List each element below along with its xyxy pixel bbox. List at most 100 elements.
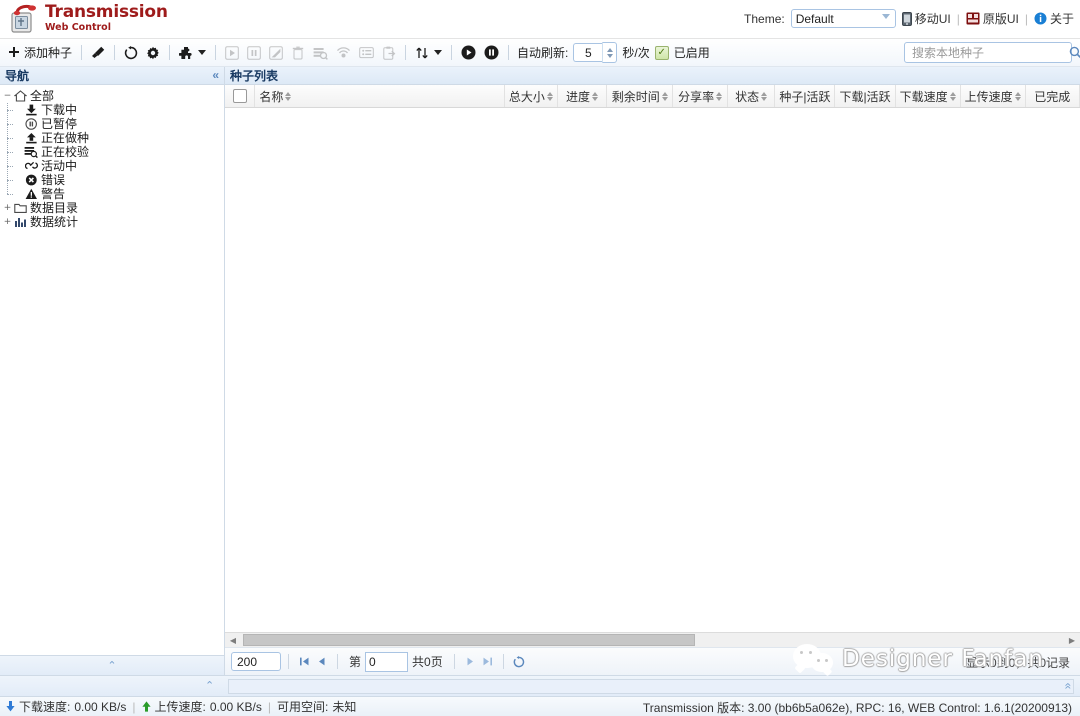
search-icon[interactable] bbox=[1069, 46, 1080, 59]
sort-icon[interactable] bbox=[761, 92, 767, 101]
announce-icon bbox=[336, 46, 351, 60]
start-button[interactable] bbox=[221, 42, 243, 64]
rename-button[interactable] bbox=[265, 42, 287, 64]
detail-chevron-up-icon[interactable]: ⌃ bbox=[205, 679, 214, 692]
copy-path-button[interactable] bbox=[378, 42, 400, 64]
attributes-button[interactable] bbox=[355, 42, 378, 64]
column-header-name[interactable]: 名称 bbox=[255, 85, 505, 107]
sidebar-item-verifying[interactable]: 正在校验 bbox=[13, 145, 224, 159]
sidebar-bottom-collapse[interactable]: ⌃ bbox=[0, 655, 224, 675]
column-header-total-size[interactable]: 总大小 bbox=[505, 85, 558, 107]
column-header-progress[interactable]: 进度 bbox=[558, 85, 607, 107]
sidebar-item-paused[interactable]: 已暂停 bbox=[13, 117, 224, 131]
download-arrow-icon bbox=[6, 701, 15, 712]
upload-icon bbox=[24, 132, 38, 145]
magnet-button[interactable] bbox=[87, 42, 109, 64]
detail-collapse-bar[interactable]: ⌃ « bbox=[0, 675, 1080, 696]
theme-select-wrap[interactable]: Default bbox=[791, 9, 896, 28]
transmission-logo-icon bbox=[8, 2, 38, 34]
column-header-status[interactable]: 状态 bbox=[728, 85, 776, 107]
horizontal-scrollbar[interactable]: ◀ ▶ bbox=[225, 632, 1080, 647]
column-header-completed[interactable]: 已完成 bbox=[1026, 85, 1080, 107]
sidebar-item-label: 全部 bbox=[30, 89, 54, 103]
sidebar-collapse-icon[interactable]: « bbox=[212, 68, 219, 83]
page-size-wrap[interactable]: 200 bbox=[231, 652, 281, 671]
select-all-checkbox[interactable] bbox=[233, 89, 247, 103]
announce-button[interactable] bbox=[332, 42, 355, 64]
sidebar-item-error[interactable]: 错误 bbox=[13, 173, 224, 187]
chevron-down-icon-2 bbox=[434, 50, 442, 55]
column-label: 名称 bbox=[259, 88, 283, 105]
column-header-upload-speed[interactable]: 上传速度 bbox=[961, 85, 1026, 107]
classic-ui-link[interactable]: 原版UI bbox=[966, 10, 1019, 27]
sidebar-item-downloading[interactable]: 下载中 bbox=[13, 103, 224, 117]
pager-separator-3 bbox=[454, 654, 455, 669]
scroll-right-icon[interactable]: ▶ bbox=[1064, 633, 1080, 647]
page-prefix-label: 第 bbox=[349, 653, 361, 670]
plugin-button[interactable] bbox=[175, 42, 210, 64]
about-link[interactable]: 关于 bbox=[1034, 10, 1074, 27]
verify-button[interactable] bbox=[309, 42, 332, 64]
tree-toggle-icon[interactable]: − bbox=[2, 89, 13, 103]
sidebar-item-data-directory[interactable]: + 数据目录 bbox=[2, 201, 224, 215]
sort-icon[interactable] bbox=[547, 92, 553, 101]
select-all-header[interactable] bbox=[225, 85, 255, 107]
page-number-input[interactable] bbox=[365, 652, 408, 672]
sidebar-item-warning[interactable]: 警告 bbox=[13, 187, 224, 201]
page-size-select[interactable]: 200 bbox=[231, 652, 281, 671]
column-header-remaining-time[interactable]: 剩余时间 bbox=[607, 85, 673, 107]
refresh-page-button[interactable] bbox=[511, 653, 528, 670]
puzzle-icon bbox=[179, 46, 193, 60]
start-all-button[interactable] bbox=[457, 42, 480, 64]
sort-icon[interactable] bbox=[950, 92, 956, 101]
tree-toggle-icon-3[interactable]: + bbox=[2, 215, 13, 229]
sort-icon[interactable] bbox=[716, 92, 722, 101]
autorefresh-stepper-buttons[interactable] bbox=[602, 42, 617, 63]
pause-all-button[interactable] bbox=[480, 42, 503, 64]
pager-separator bbox=[288, 654, 289, 669]
sidebar-item-label: 警告 bbox=[41, 187, 65, 201]
prev-page-button[interactable] bbox=[313, 653, 330, 670]
column-header-peers-active[interactable]: 下载|活跃 bbox=[835, 85, 895, 107]
sidebar-item-statistics[interactable]: + 数据统计 bbox=[2, 215, 224, 229]
toolbar-separator bbox=[81, 45, 82, 60]
folder-icon bbox=[13, 202, 27, 215]
delete-button[interactable] bbox=[287, 42, 309, 64]
sort-icon[interactable] bbox=[592, 92, 598, 101]
add-torrent-button[interactable]: 添加种子 bbox=[4, 42, 76, 64]
torrent-grid-body[interactable] bbox=[225, 108, 1080, 632]
sidebar-item-active[interactable]: 活动中 bbox=[13, 159, 224, 173]
autorefresh-checkbox[interactable]: ✓ bbox=[655, 46, 669, 60]
stepper-up-icon[interactable] bbox=[607, 48, 613, 52]
pager: 200 第 共0页 bbox=[225, 647, 1080, 675]
last-page-button[interactable] bbox=[479, 653, 496, 670]
sidebar-item-seeding[interactable]: 正在做种 bbox=[13, 131, 224, 145]
autorefresh-stepper[interactable] bbox=[573, 42, 617, 63]
scrollbar-thumb[interactable] bbox=[243, 634, 695, 646]
mobile-ui-link[interactable]: 移动UI bbox=[902, 10, 951, 27]
autorefresh-input[interactable] bbox=[573, 43, 602, 62]
reload-button[interactable] bbox=[120, 42, 142, 64]
sort-icon[interactable] bbox=[1015, 92, 1021, 101]
column-header-seeds-active[interactable]: 种子|活跃 bbox=[775, 85, 835, 107]
sort-icon[interactable] bbox=[662, 92, 668, 101]
first-page-button[interactable] bbox=[296, 653, 313, 670]
error-icon bbox=[24, 174, 38, 187]
queue-button[interactable] bbox=[411, 42, 446, 64]
tree-toggle-icon-2[interactable]: + bbox=[2, 201, 13, 215]
search-input[interactable] bbox=[910, 45, 1069, 61]
theme-select[interactable]: Default bbox=[791, 9, 896, 28]
detail-collapse-icon[interactable]: « bbox=[1062, 683, 1076, 690]
search-box[interactable] bbox=[904, 42, 1072, 63]
pause-button[interactable] bbox=[243, 42, 265, 64]
column-header-ratio[interactable]: 分享率 bbox=[673, 85, 727, 107]
settings-button[interactable] bbox=[142, 42, 164, 64]
chevron-up-icon[interactable]: ⌃ bbox=[107, 659, 116, 672]
sidebar-item-all[interactable]: − 全部 bbox=[2, 89, 224, 103]
sort-icon[interactable] bbox=[285, 92, 291, 101]
pause-all-icon bbox=[484, 45, 499, 60]
next-page-button[interactable] bbox=[462, 653, 479, 670]
stepper-down-icon[interactable] bbox=[607, 54, 613, 58]
scroll-left-icon[interactable]: ◀ bbox=[225, 633, 241, 647]
column-header-download-speed[interactable]: 下载速度 bbox=[896, 85, 961, 107]
